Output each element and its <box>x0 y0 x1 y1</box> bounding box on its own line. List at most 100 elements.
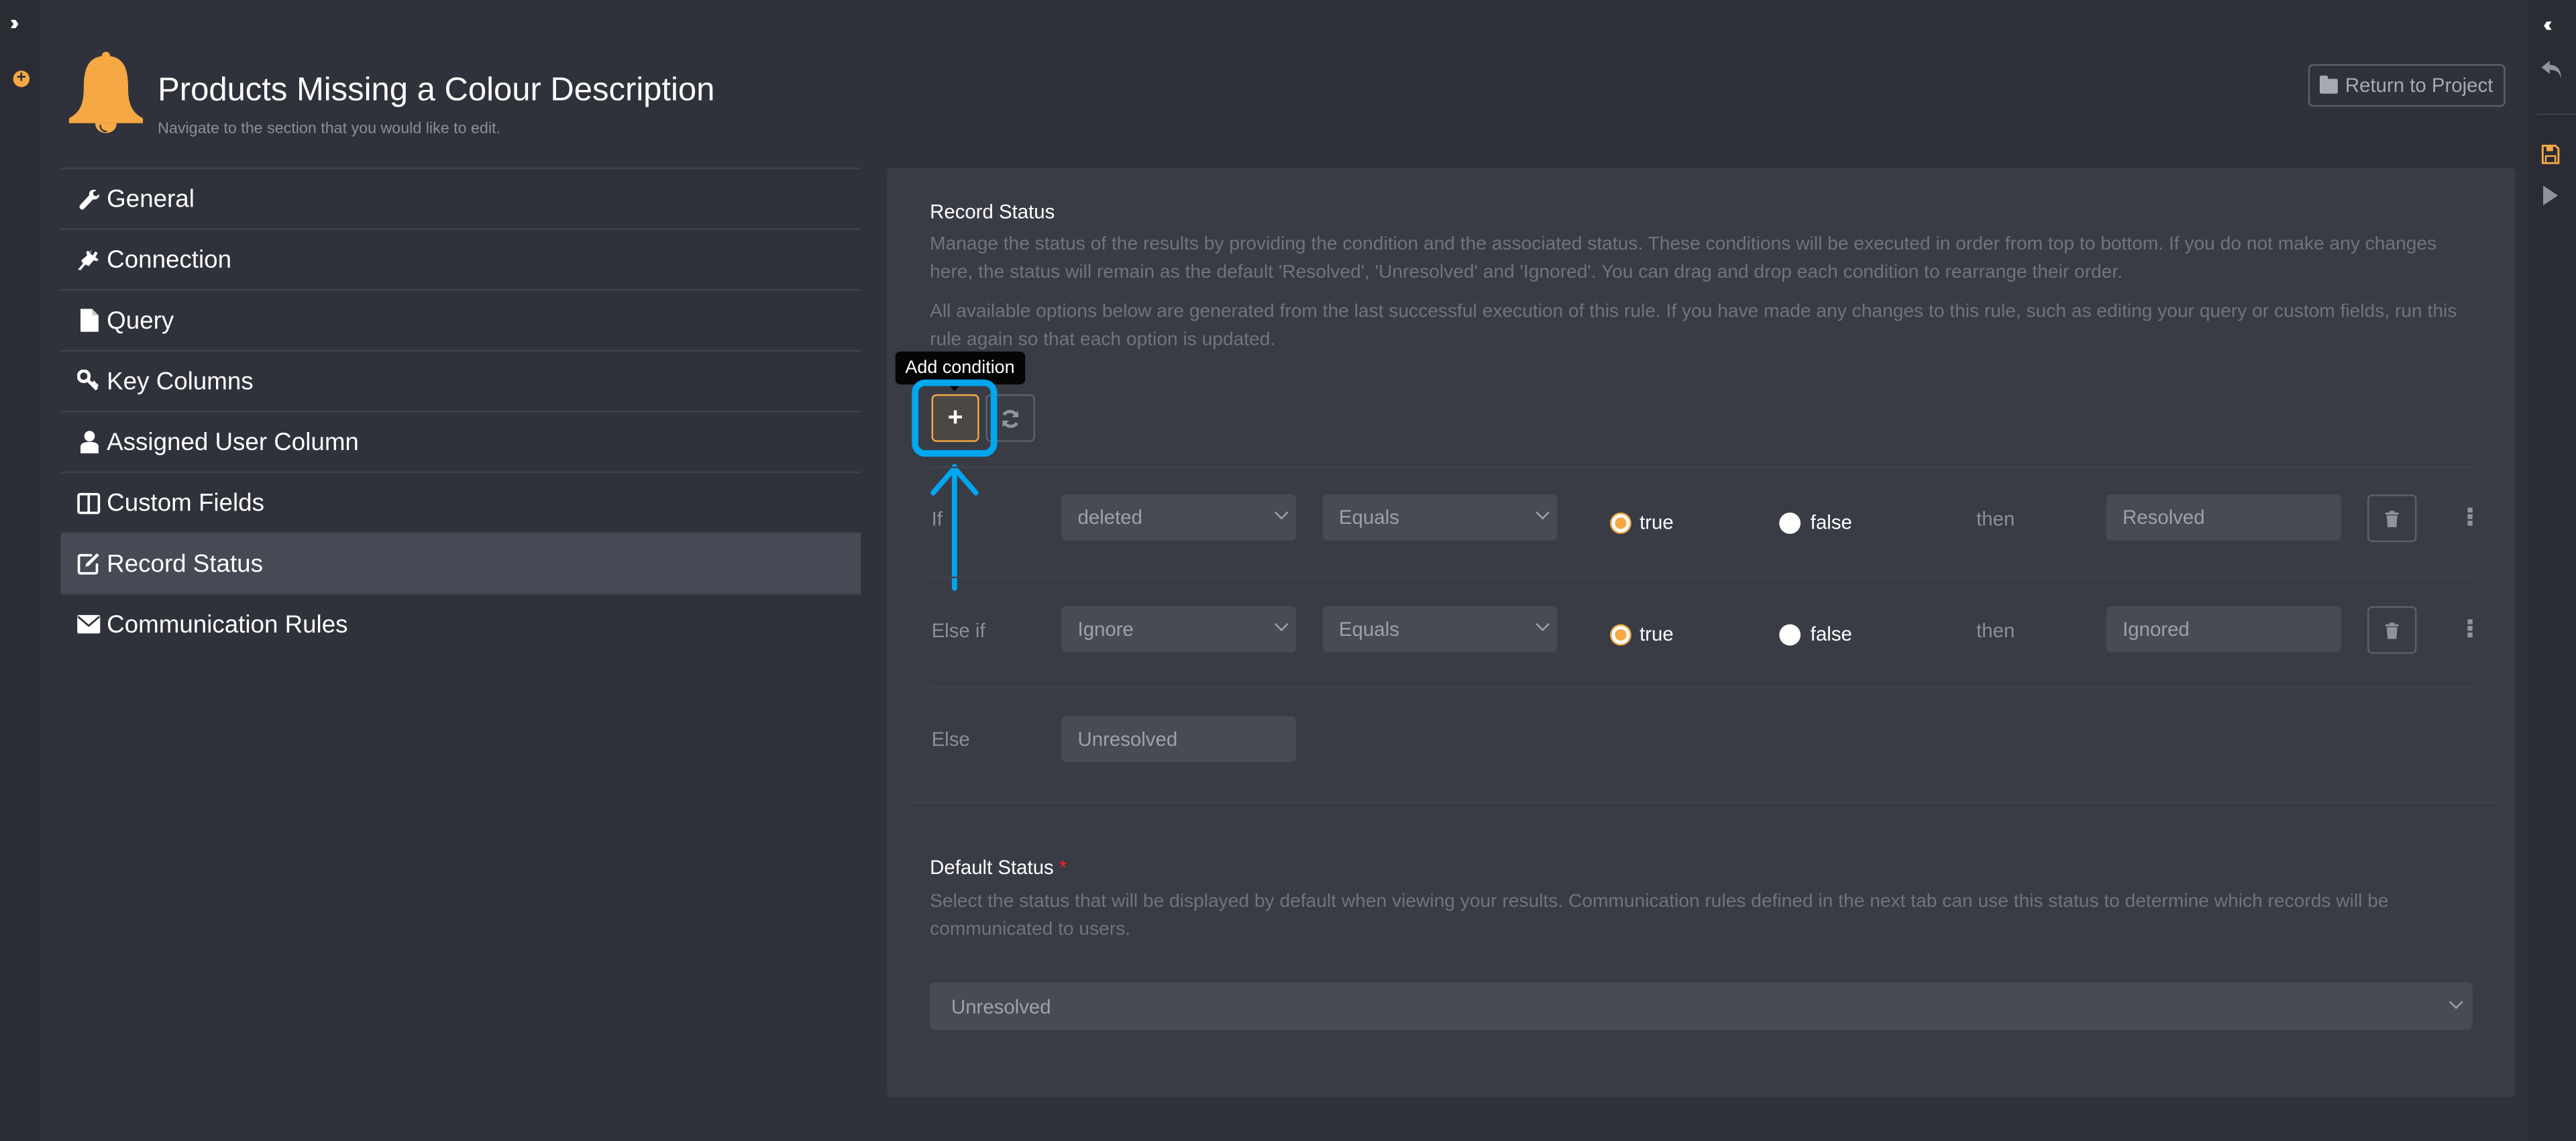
nav-item-assigned-user-column[interactable]: Assigned User Column <box>60 411 861 472</box>
default-status-label-text: Default Status <box>930 855 1054 879</box>
nav-label: General <box>107 184 195 213</box>
key-icon <box>77 370 100 392</box>
field-select[interactable]: Ignore <box>1061 606 1297 653</box>
else-status-value: Unresolved <box>1077 727 1178 751</box>
record-status-title: Record Status <box>930 200 1055 224</box>
radio-selected-icon <box>1611 513 1630 532</box>
add-condition-button[interactable]: + <box>931 394 979 442</box>
nav-item-general[interactable]: General <box>60 167 861 229</box>
operator-select[interactable]: Equals <box>1322 494 1558 541</box>
else-label: Else <box>931 727 970 751</box>
condition-row[interactable]: Else if Ignore Equals true false then Ig… <box>887 578 2515 687</box>
row-divider <box>930 686 2475 689</box>
nav-label: Key Columns <box>107 367 254 395</box>
tooltip-caret <box>948 384 961 391</box>
radio-false[interactable]: false <box>1779 511 1852 534</box>
trash-icon <box>2385 510 2399 527</box>
plug-icon <box>77 248 100 271</box>
default-status-value: Unresolved <box>951 994 1051 1018</box>
delete-condition-button[interactable] <box>2367 494 2417 543</box>
condition-row[interactable]: If deleted Equals true false then Resolv… <box>887 468 2515 577</box>
file-icon <box>77 309 100 332</box>
nav-label: Communication Rules <box>107 610 348 639</box>
undo-icon[interactable] <box>2540 59 2566 82</box>
radio-label: false <box>1810 622 1852 646</box>
radio-unselected-icon <box>1779 623 1801 645</box>
nav-item-key-columns[interactable]: Key Columns <box>60 349 861 411</box>
radio-true[interactable]: true <box>1611 510 1674 534</box>
return-to-project-label: Return to Project <box>2345 74 2493 97</box>
status-input[interactable]: Resolved <box>2106 494 2341 541</box>
nav-label: Record Status <box>107 549 263 578</box>
condition-label: If <box>931 507 943 531</box>
rail-divider <box>2536 113 2576 115</box>
default-status-help: Select the status that will be displayed… <box>930 891 2389 939</box>
add-condition-tooltip: Add condition <box>895 351 1025 385</box>
folder-icon <box>2320 74 2339 93</box>
radio-selected-icon <box>1611 624 1630 643</box>
drag-handle-icon[interactable] <box>2467 507 2473 526</box>
trash-icon <box>2385 621 2399 639</box>
default-status-select[interactable]: Unresolved <box>930 982 2473 1030</box>
left-rail <box>0 0 40 1141</box>
radio-label: false <box>1810 510 1852 534</box>
radio-label: true <box>1640 622 1674 646</box>
columns-icon <box>77 491 101 514</box>
operator-select-value: Equals <box>1338 506 1399 529</box>
collapse-icon[interactable]: ‹‹ <box>2543 11 2552 36</box>
radio-true[interactable]: true <box>1611 622 1674 646</box>
refresh-icon <box>1002 409 1019 427</box>
envelope-icon <box>77 612 101 635</box>
nav-item-query[interactable]: Query <box>60 289 861 350</box>
nav-label: Query <box>107 306 174 335</box>
options-help: All available options below are generate… <box>930 302 2457 349</box>
field-select-value: deleted <box>1077 506 1142 529</box>
add-circle-icon[interactable]: + <box>13 70 30 87</box>
page-title: Products Missing a Colour Description <box>158 72 715 109</box>
right-rail <box>2528 0 2576 1141</box>
edit-icon <box>77 552 100 575</box>
bell-icon <box>68 52 144 133</box>
wrench-icon <box>77 187 100 210</box>
return-to-project-button[interactable]: Return to Project <box>2308 64 2506 107</box>
then-label: then <box>1976 619 2015 643</box>
section-divider <box>906 802 2496 804</box>
run-icon[interactable] <box>2543 185 2559 206</box>
nav-label: Assigned User Column <box>107 427 359 456</box>
operator-select-value: Equals <box>1338 617 1399 641</box>
nav-label: Connection <box>107 246 232 274</box>
default-status-label: Default Status * <box>930 856 1067 879</box>
drag-handle-icon[interactable] <box>2467 619 2473 638</box>
else-status-input[interactable]: Unresolved <box>1061 716 1297 763</box>
status-input-value: Ignored <box>2123 617 2190 641</box>
save-icon[interactable] <box>2541 144 2560 164</box>
record-status-help: Manage the status of the results by prov… <box>930 235 2437 282</box>
required-mark: * <box>1059 855 1067 879</box>
chevron-down-icon <box>1274 617 1289 632</box>
nav-item-connection[interactable]: Connection <box>60 228 861 289</box>
chevron-down-icon <box>1536 505 1550 520</box>
chevron-down-icon <box>1536 617 1550 632</box>
radio-false[interactable]: false <box>1779 622 1852 645</box>
nav-item-communication-rules[interactable]: Communication Rules <box>60 593 861 654</box>
delete-condition-button[interactable] <box>2367 606 2417 654</box>
condition-label: Else if <box>931 619 985 643</box>
operator-select[interactable]: Equals <box>1322 606 1558 653</box>
chevron-down-icon <box>2449 995 2463 1010</box>
record-status-panel: Record Status Manage the status of the r… <box>887 167 2516 1097</box>
status-input[interactable]: Ignored <box>2106 606 2341 653</box>
radio-label: true <box>1640 510 1674 534</box>
field-select-value: Ignore <box>1077 617 1134 641</box>
nav-label: Custom Fields <box>107 488 264 517</box>
then-label: then <box>1976 507 2015 531</box>
user-icon <box>77 431 100 453</box>
nav-item-custom-fields[interactable]: Custom Fields <box>60 471 861 533</box>
chevron-down-icon <box>1274 505 1289 520</box>
expand-icon[interactable]: ›› <box>10 10 19 35</box>
field-select[interactable]: deleted <box>1061 494 1297 541</box>
refresh-options-button[interactable] <box>985 394 1035 442</box>
status-input-value: Resolved <box>2123 506 2205 529</box>
section-nav: General Connection Query Key Columns Ass… <box>60 167 861 654</box>
page-subtitle: Navigate to the section that you would l… <box>158 119 500 138</box>
nav-item-record-status[interactable]: Record Status <box>60 532 861 594</box>
